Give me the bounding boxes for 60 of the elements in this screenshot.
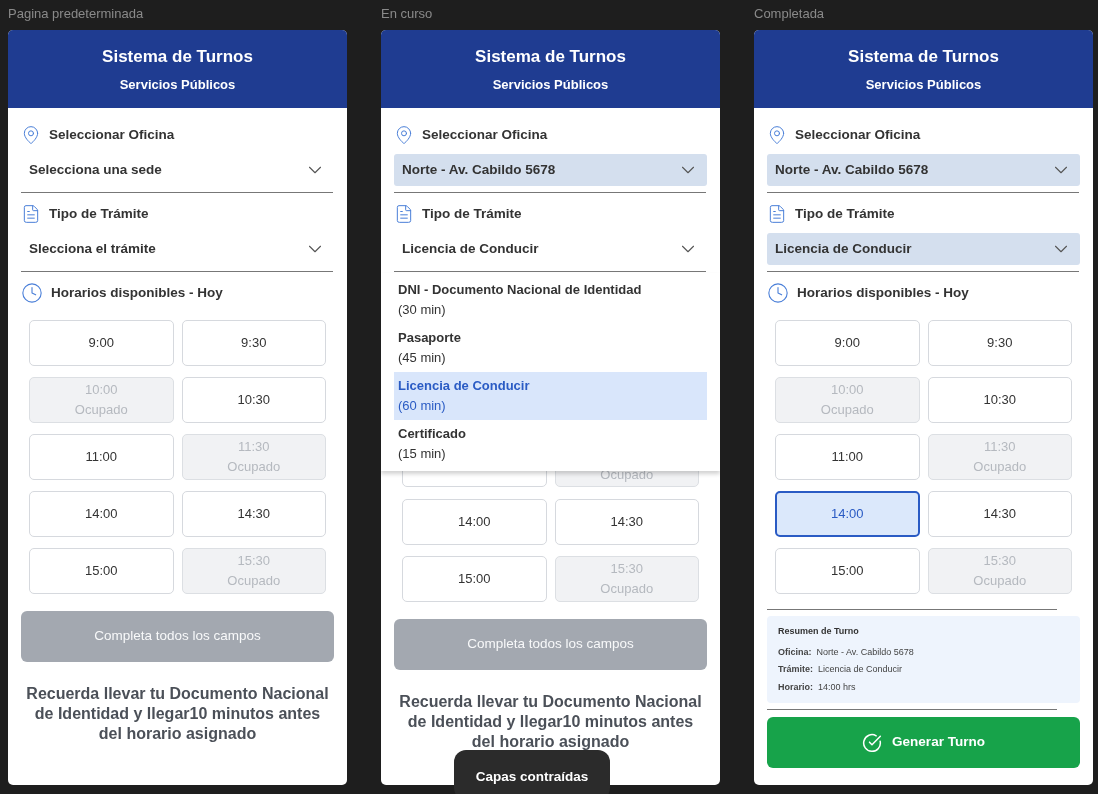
summary-value: 14:00 hrs <box>818 680 856 694</box>
field-label: Seleccionar Oficina <box>49 125 175 144</box>
summary-title: Resumen de Turno <box>778 625 859 638</box>
dropdown-option[interactable]: Pasaporte (45 min) <box>394 324 707 372</box>
time-slot-button[interactable]: 14:30 <box>181 491 326 537</box>
time-slot-button[interactable]: 14:00 <box>402 499 547 545</box>
document-icon <box>394 202 414 226</box>
time-slot-button[interactable]: 10:30 <box>927 377 1072 423</box>
section-label: Horarios disponibles - Hoy <box>51 283 223 302</box>
time-slot-button[interactable]: 15:00 <box>402 556 547 602</box>
time-slot-button[interactable]: 9:00 <box>775 320 920 366</box>
select-field[interactable]: Norte - Av. Cabildo 5678 <box>394 154 707 186</box>
document-icon <box>767 202 787 226</box>
app-subtitle: Servicios Públicos <box>865 75 982 94</box>
select-field[interactable]: Licencia de Conducir <box>767 233 1080 265</box>
time-slot-button[interactable]: 15:00 <box>775 548 920 594</box>
time-slot-button[interactable]: 14:00 <box>29 491 174 537</box>
time-slot-button[interactable]: 15:00 <box>29 548 174 594</box>
clock-icon <box>767 282 789 304</box>
field-label: Tipo de Trámite <box>422 204 522 223</box>
app-subtitle: Servicios Públicos <box>119 75 236 94</box>
field-label: Tipo de Trámite <box>49 204 149 223</box>
frame-caption: Pagina predeterminada <box>8 5 144 23</box>
clock-icon <box>21 282 43 304</box>
frame-caption: En curso <box>381 5 433 23</box>
time-slot-button[interactable]: 11:00 <box>775 434 920 480</box>
summary-value: Norte - Av. Cabildo 5678 <box>816 645 914 659</box>
toast: Capas contraídas <box>454 750 610 794</box>
dropdown-option[interactable]: Licencia de Conducir (60 min) <box>394 372 707 420</box>
select-field[interactable]: Norte - Av. Cabildo 5678 <box>767 154 1080 186</box>
document-icon <box>21 202 41 226</box>
time-slot-button[interactable]: 10:30 <box>181 377 326 423</box>
location-pin-icon <box>21 123 41 147</box>
summary-label: Oficina: <box>778 645 812 659</box>
summary-value: Licencia de Conducir <box>818 663 903 676</box>
app-title: Sistema de Turnos <box>102 46 253 68</box>
summary-label: Trámite: <box>778 663 813 676</box>
time-slot-button[interactable]: 14:30 <box>554 499 699 545</box>
check-circle-icon <box>862 732 883 753</box>
field-label: Tipo de Trámite <box>795 204 895 223</box>
section-label: Horarios disponibles - Hoy <box>797 283 969 302</box>
dropdown-option[interactable]: DNI - Documento Nacional de Identidad (30 min) <box>394 276 707 324</box>
dropdown-option[interactable]: Certificado (15 min) <box>394 420 707 468</box>
summary-label: Horario: <box>778 680 813 694</box>
time-slot-button[interactable]: 9:30 <box>181 320 326 366</box>
time-slot-button[interactable]: 11:00 <box>29 434 174 480</box>
field-label: Seleccionar Oficina <box>795 125 921 144</box>
field-label: Seleccionar Oficina <box>422 125 548 144</box>
location-pin-icon <box>767 123 787 147</box>
app-title: Sistema de Turnos <box>475 46 626 68</box>
app-title: Sistema de Turnos <box>848 46 999 68</box>
reminder-note: Recuerda llevar tu Documento Nacional de Identidad y llegar10 minutos antes del horario asignado <box>398 692 703 752</box>
time-slot-button[interactable]: 9:30 <box>927 320 1072 366</box>
time-slot-button[interactable]: 14:30 <box>927 491 1072 537</box>
time-slot-button[interactable]: 9:00 <box>29 320 174 366</box>
location-pin-icon <box>394 123 414 147</box>
reminder-note: Recuerda llevar tu Documento Nacional de Identidad y llegar10 minutos antes del horario asignado <box>25 684 330 744</box>
app-subtitle: Servicios Públicos <box>492 75 609 94</box>
time-slot-button[interactable]: 14:00 <box>775 491 920 537</box>
frame-caption: Completada <box>754 5 825 23</box>
